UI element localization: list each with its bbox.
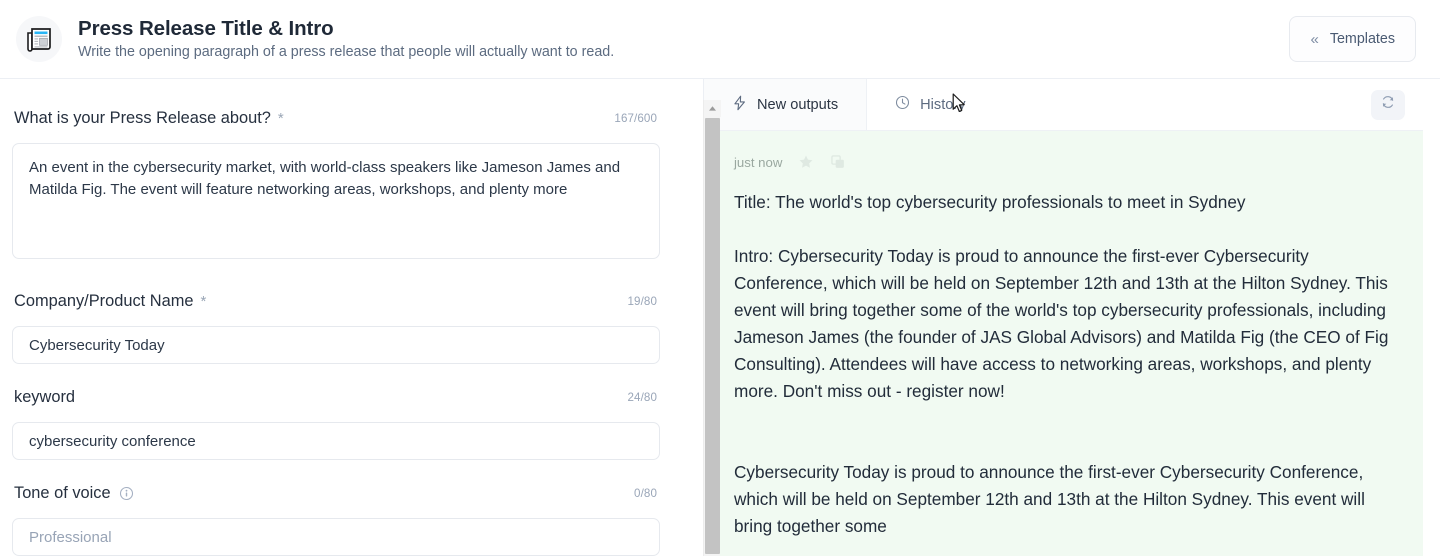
output-result-text: Title: The world's top cybersecurity pro… [734,192,1389,536]
field-label: keyword [14,387,76,406]
field-press-release-about: What is your Press Release about? * 167/… [12,103,660,264]
left-pane-scrollbar[interactable] [703,100,721,556]
header-text-block: Press Release Title & Intro Write the op… [78,17,614,61]
templates-button[interactable]: « Templates [1289,16,1416,62]
tab-new-outputs[interactable]: New outputs [704,79,868,130]
scrollbar-thumb[interactable] [705,118,720,554]
field-header: keyword 24/80 [12,382,659,412]
output-tabs: New outputs History [704,79,1423,131]
field-company-product-name: Company/Product Name * 19/80 [12,286,660,364]
templates-button-label: Templates [1329,31,1395,47]
info-circle-icon[interactable] [119,486,134,501]
page-header: Press Release Title & Intro Write the op… [0,0,1440,79]
field-tone-of-voice: Tone of voice 0/80 [12,478,660,556]
tab-label: New outputs [757,96,839,113]
refresh-button[interactable] [1371,89,1405,120]
press-release-about-textarea[interactable] [12,143,660,259]
tab-label: History [920,96,966,113]
field-label: Tone of voice [14,483,111,502]
company-product-name-input[interactable] [12,326,660,364]
field-label: What is your Press Release about? [14,108,271,127]
field-header: What is your Press Release about? * 167/… [12,103,659,133]
character-counter: 0/80 [634,486,657,500]
app-root: Press Release Title & Intro Write the op… [0,0,1440,556]
page-subtitle: Write the opening paragraph of a press r… [78,43,615,60]
output-timestamp: just now [734,154,783,170]
tab-history[interactable]: History [867,79,993,130]
clock-icon [895,95,910,114]
output-pane: New outputs History just now Title: The … [703,79,1423,556]
character-counter: 24/80 [627,390,657,404]
output-result-meta: just now [734,151,1393,173]
required-marker: * [277,109,284,127]
keyword-input[interactable] [12,422,660,460]
required-marker: * [200,292,207,310]
scrollbar-up-arrow-icon[interactable] [704,100,721,117]
character-counter: 167/600 [614,111,657,125]
refresh-icon [1380,94,1396,115]
field-header: Tone of voice 0/80 [12,478,659,508]
double-chevron-left-icon: « [1310,30,1319,48]
field-label: Company/Product Name [14,291,194,310]
form-pane: What is your Press Release about? * 167/… [0,79,703,556]
output-result-area: just now Title: The world's top cybersec… [704,131,1423,556]
character-counter: 19/80 [627,294,657,308]
lightning-bolt-icon [732,95,747,115]
copy-icon[interactable] [830,154,846,170]
body-split: What is your Press Release about? * 167/… [0,79,1440,556]
newspaper-icon [16,16,62,62]
field-keyword: keyword 24/80 [12,382,660,460]
page-title: Press Release Title & Intro [78,17,334,41]
star-icon[interactable] [798,154,814,170]
tone-of-voice-input[interactable] [12,518,660,556]
field-header: Company/Product Name * 19/80 [12,286,659,316]
